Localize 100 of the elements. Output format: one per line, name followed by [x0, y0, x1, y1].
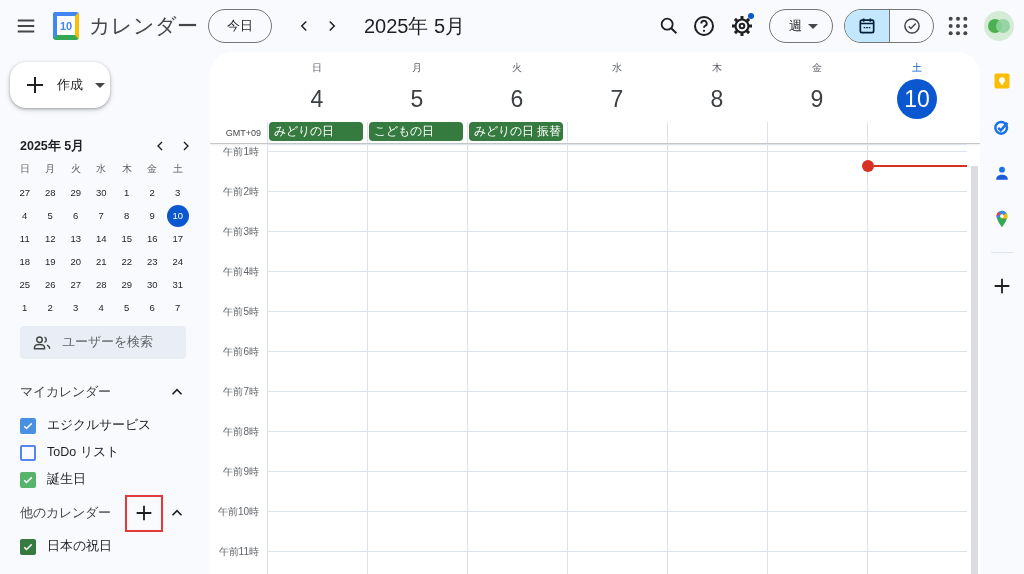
- hour-label: 午前9時: [223, 465, 259, 479]
- mini-calendar-day[interactable]: 3: [166, 181, 189, 204]
- avatar[interactable]: [984, 11, 1014, 41]
- mini-calendar-day[interactable]: 28: [39, 181, 62, 204]
- mini-calendar-day[interactable]: 12: [39, 227, 62, 250]
- weekday-label: 金: [812, 61, 822, 75]
- hour-label: 午前5時: [223, 305, 259, 319]
- mini-calendar-day[interactable]: 23: [141, 250, 164, 273]
- mini-calendar-day[interactable]: 13: [64, 227, 87, 250]
- weekday-label: 火: [69, 162, 82, 176]
- mini-calendar-day[interactable]: 2: [141, 181, 164, 204]
- weekday-label: 日: [312, 61, 322, 75]
- weekday-label: 木: [120, 162, 133, 176]
- weekday-label: 土: [912, 61, 922, 75]
- caret-icon: [95, 82, 105, 88]
- section-title: マイカレンダー: [20, 383, 112, 401]
- weekday-label: 水: [95, 162, 108, 176]
- weekday-label: 火: [512, 61, 522, 75]
- lightbulb-icon: [992, 71, 1012, 91]
- mini-calendar-day[interactable]: 2: [39, 296, 62, 319]
- search-icon: [658, 15, 680, 37]
- calendar-label: 誕生日: [47, 471, 86, 488]
- mini-calendar-day[interactable]: 30: [90, 181, 113, 204]
- weekday-label: 水: [612, 61, 622, 75]
- help-icon: [692, 14, 716, 38]
- scrollbar[interactable]: [971, 166, 978, 574]
- mini-calendar-day[interactable]: 5: [39, 204, 62, 227]
- mini-calendar-day[interactable]: 8: [115, 204, 138, 227]
- mini-calendar-title: 2025年 5月: [20, 137, 86, 155]
- mini-calendar-day[interactable]: 20: [64, 250, 87, 273]
- period-title: 2025年 5月: [364, 13, 466, 39]
- hour-label: 午前7時: [223, 385, 259, 399]
- mini-calendar-day[interactable]: 7: [90, 204, 113, 227]
- calendar-label: エジクルサービス: [47, 417, 151, 434]
- date-number[interactable]: 9: [797, 79, 837, 119]
- mini-calendar-day[interactable]: 29: [115, 273, 138, 296]
- hour-label: 午前3時: [223, 225, 259, 239]
- mini-calendar-day[interactable]: 11: [13, 227, 36, 250]
- mini-calendar-day[interactable]: 25: [13, 273, 36, 296]
- mini-calendar-day[interactable]: 7: [166, 296, 189, 319]
- mini-calendar-day[interactable]: 1: [115, 181, 138, 204]
- weekday-label: 土: [171, 162, 184, 176]
- mini-calendar-day[interactable]: 6: [64, 204, 87, 227]
- people-search-field[interactable]: ユーザーを検索: [20, 326, 186, 359]
- mini-calendar-day[interactable]: 10: [166, 204, 189, 227]
- date-number[interactable]: 4: [297, 79, 337, 119]
- date-number[interactable]: 8: [697, 79, 737, 119]
- calendar-label: ToDo リスト: [47, 444, 119, 461]
- mini-calendar-day[interactable]: 18: [13, 250, 36, 273]
- mini-calendar-day[interactable]: 4: [13, 204, 36, 227]
- mini-calendar-day[interactable]: 16: [141, 227, 164, 250]
- weekday-label: 金: [146, 162, 159, 176]
- mini-calendar-day[interactable]: 22: [115, 250, 138, 273]
- checkbox[interactable]: [20, 444, 36, 461]
- section-title: 他のカレンダー: [20, 504, 112, 522]
- hour-label: 午前11時: [218, 545, 259, 559]
- mini-calendar-day[interactable]: 21: [90, 250, 113, 273]
- mini-calendar-day[interactable]: 27: [13, 181, 36, 204]
- hour-label: 午前10時: [217, 505, 259, 519]
- weekday-label: 月: [412, 61, 422, 75]
- create-button[interactable]: 作成: [10, 62, 110, 108]
- hour-label: 午前6時: [223, 345, 259, 359]
- mini-calendar-day[interactable]: 28: [90, 273, 113, 296]
- mini-calendar-day[interactable]: 9: [141, 204, 164, 227]
- add-calendar-button[interactable]: [125, 494, 163, 532]
- all-day-event[interactable]: みどりの日: [269, 122, 363, 141]
- hour-label: 午前8時: [223, 425, 259, 439]
- settings-icon: [730, 14, 754, 38]
- app-logo: 10: [53, 12, 79, 40]
- mini-calendar-day[interactable]: 1: [13, 296, 36, 319]
- mini-calendar-day[interactable]: 19: [39, 250, 62, 273]
- mini-calendar-day[interactable]: 15: [115, 227, 138, 250]
- mini-calendar-day[interactable]: 26: [39, 273, 62, 296]
- caret-icon: [807, 23, 818, 29]
- checkbox[interactable]: [20, 538, 36, 555]
- date-number[interactable]: 6: [497, 79, 537, 119]
- mini-calendar-day[interactable]: 5: [115, 296, 138, 319]
- apps-icon: [947, 15, 969, 37]
- check-circle-icon: [901, 16, 922, 36]
- mini-calendar-day[interactable]: 27: [64, 273, 87, 296]
- app-name: カレンダー: [89, 13, 198, 39]
- hour-label: 午前1時: [223, 145, 259, 159]
- all-day-event[interactable]: みどりの日 振替: [469, 122, 563, 141]
- hour-label: 午前4時: [223, 265, 259, 279]
- mini-calendar-day[interactable]: 14: [90, 227, 113, 250]
- date-number[interactable]: 5: [397, 79, 437, 119]
- mini-calendar-day[interactable]: 4: [90, 296, 113, 319]
- checkbox[interactable]: [20, 471, 36, 488]
- checkbox[interactable]: [20, 417, 36, 434]
- all-day-event[interactable]: こどもの日: [369, 122, 463, 141]
- mini-calendar-day[interactable]: 29: [64, 181, 87, 204]
- calendar-view-button[interactable]: [845, 10, 889, 42]
- mini-calendar-day[interactable]: 17: [166, 227, 189, 250]
- mini-calendar-day[interactable]: 6: [141, 296, 164, 319]
- date-number[interactable]: 10: [897, 79, 937, 119]
- mini-calendar-day[interactable]: 3: [64, 296, 87, 319]
- mini-calendar-day[interactable]: 30: [141, 273, 164, 296]
- date-number[interactable]: 7: [597, 79, 637, 119]
- mini-calendar-day[interactable]: 31: [166, 273, 189, 296]
- mini-calendar-day[interactable]: 24: [166, 250, 189, 273]
